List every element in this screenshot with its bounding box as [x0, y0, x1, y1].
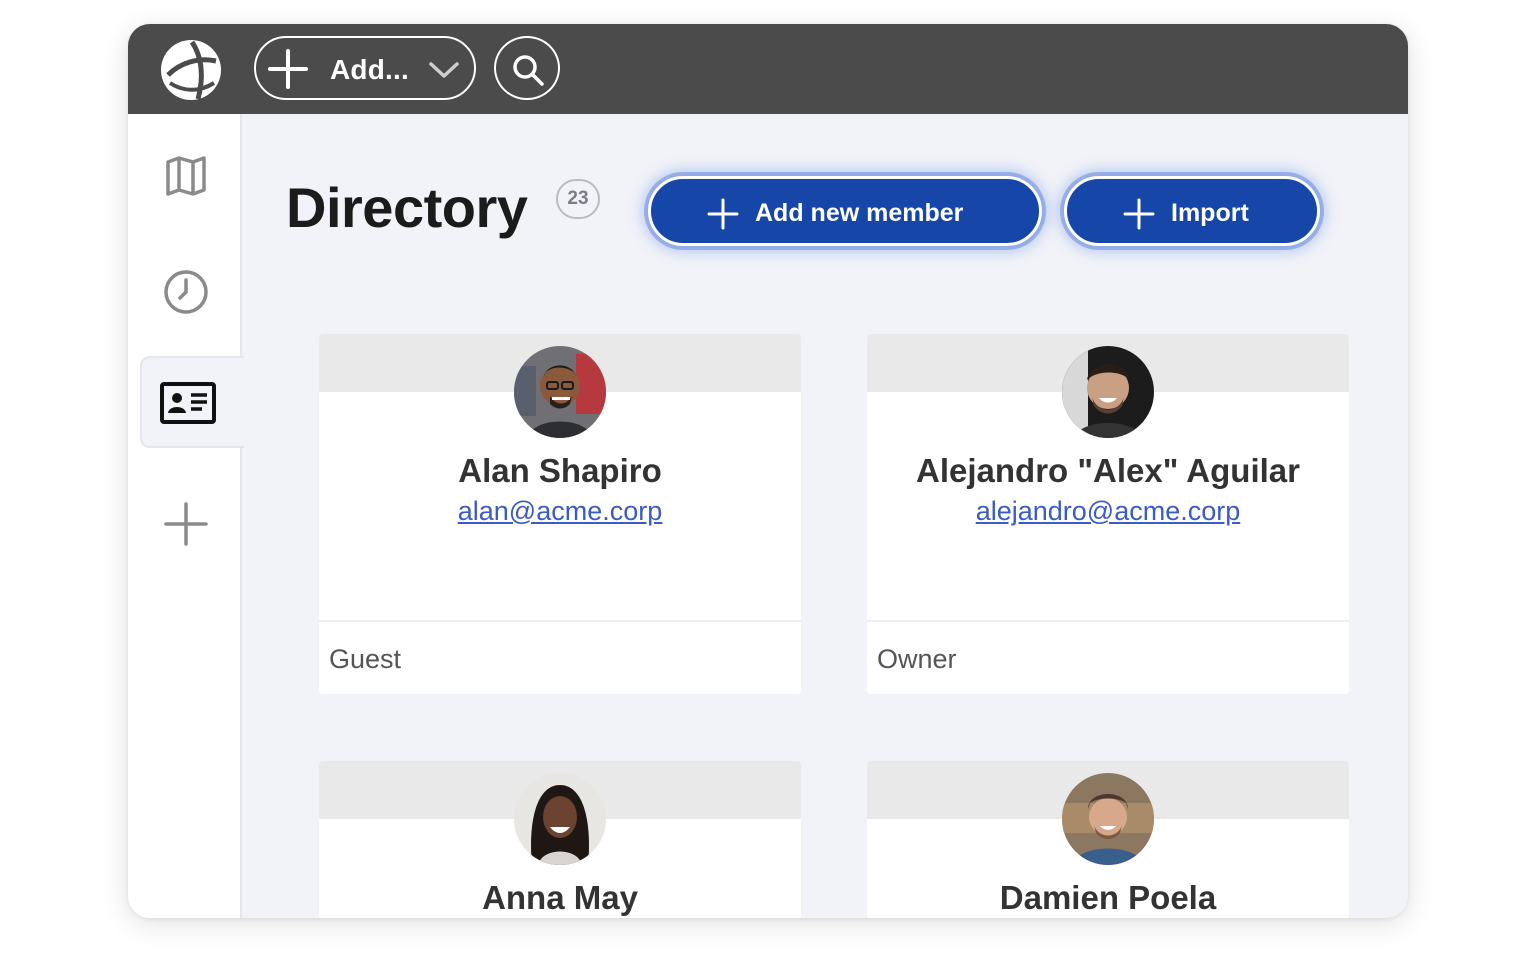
member-name: Alan Shapiro: [458, 452, 662, 489]
import-label: Import: [1171, 199, 1249, 227]
clock-icon: [164, 270, 208, 314]
import-button[interactable]: Import: [1064, 176, 1320, 246]
add-menu-button[interactable]: Add...: [254, 36, 476, 100]
sidebar-item-directory[interactable]: [140, 356, 244, 448]
plus-icon: [164, 502, 208, 546]
sidebar-item-map[interactable]: [128, 132, 244, 224]
member-email-link[interactable]: alejandro@acme.corp: [867, 496, 1349, 527]
member-name: Alejandro "Alex" Aguilar: [916, 452, 1300, 489]
divider: [867, 620, 1349, 622]
sidebar: [128, 114, 244, 918]
globe-logo-icon[interactable]: [158, 37, 224, 103]
app-window: Add... Directory 23 Add new member Impor…: [128, 24, 1408, 918]
top-bar: Add...: [128, 24, 1408, 114]
member-email-link[interactable]: alan@acme.corp: [319, 496, 801, 527]
plus-icon: [268, 49, 308, 89]
avatar: [1062, 346, 1154, 438]
avatar: [514, 346, 606, 438]
add-new-member-label: Add new member: [755, 199, 964, 227]
member-card[interactable]: Alan Shapiro alan@acme.corp Guest: [319, 334, 801, 694]
avatar: [1062, 773, 1154, 865]
plus-icon: [707, 198, 739, 230]
page-title: Directory: [286, 176, 528, 239]
member-name: Damien Poela: [999, 879, 1217, 916]
search-button[interactable]: [494, 36, 560, 100]
member-card[interactable]: Anna May: [319, 761, 801, 918]
divider: [319, 620, 801, 622]
add-new-member-button[interactable]: Add new member: [648, 176, 1042, 246]
sidebar-item-add[interactable]: [128, 474, 244, 566]
avatar: [514, 773, 606, 865]
plus-icon: [1123, 198, 1155, 230]
map-icon: [166, 156, 206, 196]
sidebar-item-history[interactable]: [128, 246, 244, 338]
chevron-down-icon: [429, 62, 459, 78]
member-card[interactable]: Damien Poela: [867, 761, 1349, 918]
member-card[interactable]: Alejandro "Alex" Aguilar alejandro@acme.…: [867, 334, 1349, 694]
member-name: Anna May: [482, 879, 638, 916]
id-card-icon: [160, 382, 216, 424]
member-role: Owner: [877, 644, 957, 674]
member-count-badge: 23: [556, 179, 600, 219]
add-menu-label: Add...: [330, 54, 409, 85]
search-icon: [513, 55, 544, 86]
member-role: Guest: [329, 644, 402, 674]
